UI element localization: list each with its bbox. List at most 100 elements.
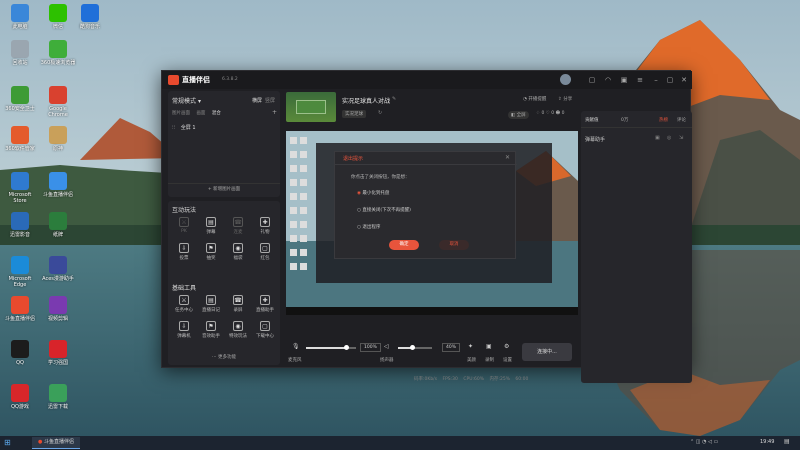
desktop-icon[interactable]: QQ游戏 [2,384,38,410]
add-icon[interactable]: + [272,109,277,116]
tab-count[interactable]: 0万 [621,117,628,123]
message-icon[interactable]: ▢ [588,76,596,84]
desktop-icon[interactable]: 360极速浏览器 [40,40,76,66]
desktop-icon[interactable]: 360安全卫士 [2,86,38,112]
cancel-button[interactable]: 取消 [439,240,469,250]
tool-button[interactable]: ☎ 录屏 [226,295,250,313]
confirm-button[interactable]: 确定 [389,240,419,250]
landscape-button[interactable]: 横屏 [252,97,262,104]
tool-button[interactable]: ▤ 弹幕 [199,217,223,235]
tool-button[interactable]: ▢ 下载中心 [253,321,277,339]
desktop-icon[interactable]: 斗鱼直播伴侣 [40,172,76,198]
desktop-icon[interactable]: 360软件管家 [2,126,38,152]
share-button[interactable]: ⇪ 分享 [558,96,572,102]
desktop-icon[interactable]: 回收站 [2,40,38,66]
tool-button[interactable]: ☎ 连麦 [226,217,250,235]
speaker-icon[interactable]: ◁ [384,343,389,350]
slider-handle[interactable] [410,345,415,350]
desktop-icon[interactable]: Microsoft Store [2,172,38,204]
option-minimize[interactable]: ◉ 最小化到托盘 [357,190,389,196]
tool-button[interactable]: ▤ 直播日记 [199,295,223,313]
category-tag[interactable]: 实况足球 [342,110,366,118]
more-functions-button[interactable]: ⋯ 更多功能 [168,354,280,360]
tool-button[interactable]: ◉ 福袋 [226,243,250,261]
speaker-volume-value[interactable]: 40% [442,343,461,352]
desktop-icon[interactable]: 酷狗音乐 [72,4,108,30]
desktop-icon[interactable]: 微信 [40,4,76,30]
assistant-icon-b[interactable]: ◎ [667,135,671,141]
go-live-button[interactable]: 连接中... [522,343,572,361]
title-bar[interactable]: 直播伴侣 6.3.8.2 ▢ ◠ ▣ ≡ – ▢ ✕ [162,71,692,89]
desktop-icon[interactable]: QQ [2,340,38,366]
desktop-icon[interactable]: 迅雷下载 [40,384,76,410]
live-reminder-button[interactable]: ◔ 开播提醒 [523,96,546,102]
beauty-icon[interactable]: ✦ [468,343,473,350]
start-icon[interactable]: ⊞ [4,438,11,447]
option-close[interactable]: ○ 直接关闭(下次不再提醒) [357,207,411,213]
fullscreen-button[interactable]: ◧ 全屏 [508,111,529,119]
tray-icons[interactable]: ⌃ ◫ ◔ ◁ ▭ [690,439,718,445]
tool-button[interactable]: ✚ 礼物 [253,217,277,235]
dialog-close-icon[interactable]: ✕ [505,154,510,161]
tab-scene[interactable]: 画面 [196,111,205,116]
edit-icon[interactable]: ✎ [392,96,396,102]
popout-icon[interactable]: ⇲ [679,135,683,141]
tool-button[interactable]: ⇩ 弹幕机 [172,321,196,339]
refresh-icon[interactable]: ↻ [378,110,382,116]
notification-icon[interactable]: ▤ [784,438,790,445]
tab-image-scene[interactable]: 图片画面 [172,111,190,116]
mic-volume-value[interactable]: 100% [360,343,381,352]
desktop-icon-label: 学习强国 [47,360,68,366]
record-icon[interactable]: ▣ [486,343,492,350]
desktop-icon[interactable]: 学习强国 [40,340,76,366]
desktop-icon[interactable]: Microsoft Edge [2,256,38,288]
desktop-icon[interactable]: 视频剪辑 [40,296,76,322]
taskbar: ⊞ ● 斗鱼直播伴侣 ⌃ ◫ ◔ ◁ ▭ 19:49 ▤ [0,436,800,450]
tool-icon: ⚑ [206,243,216,253]
assistant-icon-a[interactable]: ▣ [655,135,660,141]
mic-icon[interactable]: 🎙︎ [292,343,300,350]
clock[interactable]: 19:49 [760,439,774,445]
desktop-icon[interactable]: 迅雷影音 [2,212,38,238]
desktop-icon[interactable]: 此电脑 [2,4,38,30]
tool-button[interactable]: ⚑ 抽奖 [199,243,223,261]
maximize-icon[interactable]: ▢ [666,76,674,84]
taskbar-app[interactable]: ● 斗鱼直播伴侣 [32,437,80,449]
tab-hot[interactable]: 热榜 [659,117,668,123]
close-icon[interactable]: ✕ [680,76,688,84]
minimize-icon[interactable]: – [652,76,660,84]
menu-icon[interactable]: ≡ [636,76,644,84]
add-scene-button[interactable]: + 新增图片画面 [168,186,280,192]
tool-button[interactable]: ⇩ 投票 [172,243,196,261]
scene-item[interactable]: ⁝⁝ 全屏 1 [172,123,276,133]
tool-button[interactable]: ▢ 红包 [253,243,277,261]
settings-icon[interactable]: ⚙ [504,343,509,350]
portrait-button[interactable]: 竖屏 [265,97,275,104]
stream-title[interactable]: 实况足球真人对战 [342,96,390,105]
slider-handle[interactable] [344,345,349,350]
tool-button[interactable]: ⚑ 音效助手 [199,321,223,339]
tool-button[interactable]: ⚔ PK [172,217,196,234]
tool-button[interactable]: ◉ 特效玩法 [226,321,250,339]
mode-selector[interactable]: 常规模式 ▾ [172,96,201,105]
headset-icon[interactable]: ◠ [604,76,612,84]
tab-comment[interactable]: 评论 [677,117,686,123]
avatar[interactable] [560,74,571,85]
desktop-icon[interactable]: Google Chrome [40,86,76,118]
stream-cover[interactable] [286,92,336,122]
tab-contribution[interactable]: 贡献值 [585,117,599,123]
mic-volume-slider[interactable] [306,345,356,350]
tool-button[interactable]: ✚ 直播助手 [253,295,277,313]
computer-icon [11,4,29,22]
feedback-icon[interactable]: ▣ [620,76,628,84]
desktop-icon[interactable]: 纸牌 [40,212,76,238]
tab-mix[interactable]: 混合 [212,111,221,116]
desktop-icon[interactable]: Aces漫游助手 [40,256,76,282]
speaker-volume-slider[interactable] [398,345,432,350]
option-exit[interactable]: ○ 退出程序 [357,224,380,230]
tool-button[interactable]: ⚔ 任务中心 [172,295,196,313]
stream-preview[interactable]: 退出提示 ✕ 你点击了关闭按钮，你是想： ◉ 最小化到托盘 ○ 直接关闭(下次不… [286,131,578,315]
status-fps: FPS:30 [442,377,458,382]
desktop-icon[interactable]: 斗鱼直播伴侣 [2,296,38,322]
desktop-icon[interactable]: 原神 [40,126,76,152]
